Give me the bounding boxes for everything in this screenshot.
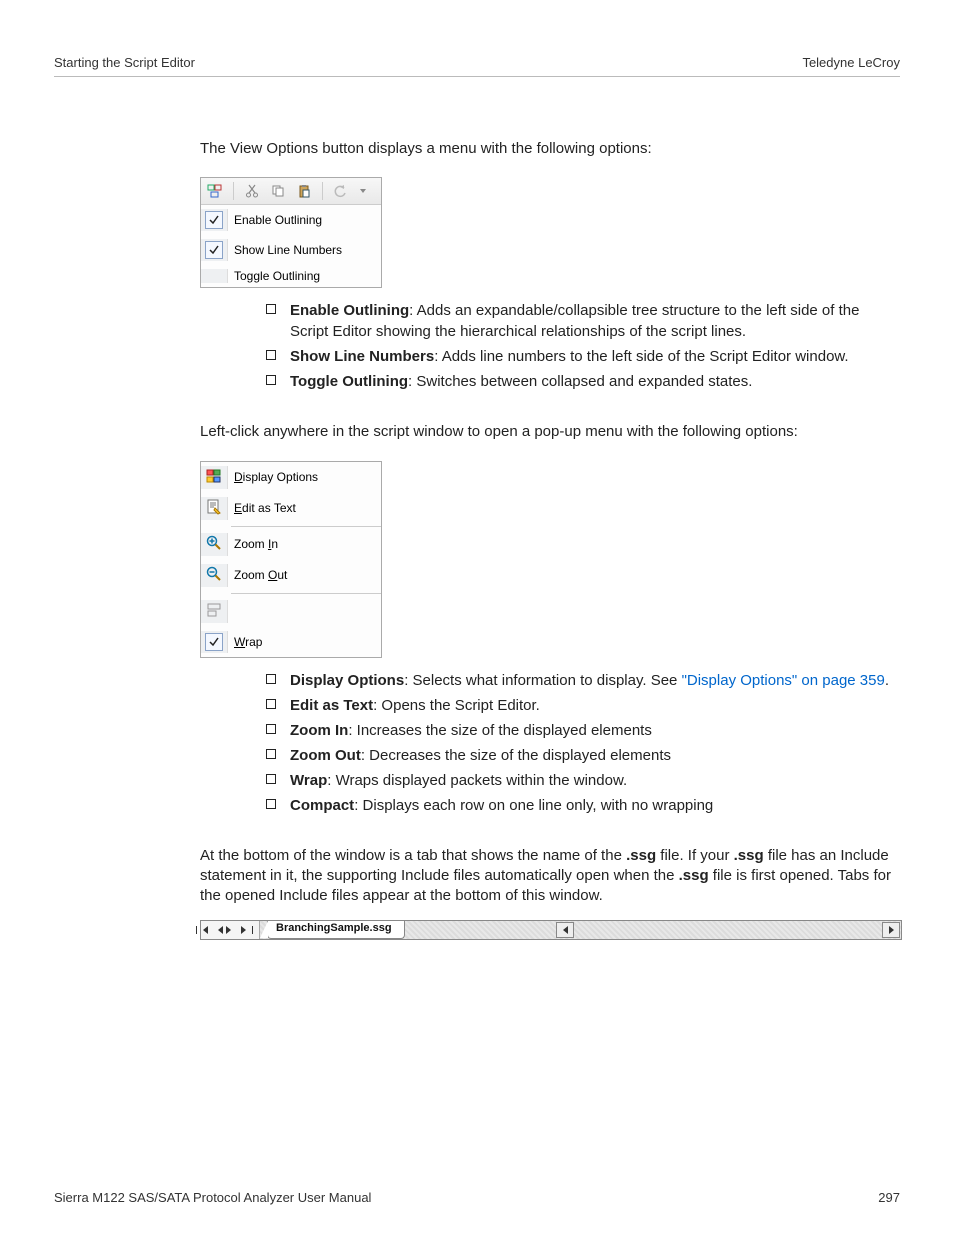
term: Enable Outlining xyxy=(290,302,409,319)
term: Compact xyxy=(290,797,354,814)
desc: : Increases the size of the displayed el… xyxy=(348,722,652,739)
intro-paragraph-2: Left-click anywhere in the script window… xyxy=(200,422,900,442)
separator xyxy=(322,182,323,200)
list-item: Compact: Displays each row on one line o… xyxy=(266,795,900,816)
nav-last-icon[interactable] xyxy=(241,926,246,934)
view-options-icon[interactable] xyxy=(207,183,223,199)
menu-item-toggle-outlining[interactable]: Toggle Outlining xyxy=(201,265,381,287)
zoom-out-icon xyxy=(206,566,222,585)
scroll-left-button[interactable] xyxy=(556,922,574,938)
term: Zoom In xyxy=(290,722,348,739)
tab-label: BranchingSample.ssg xyxy=(276,922,392,934)
tab-nav-buttons xyxy=(201,921,260,939)
toolbar xyxy=(201,178,381,205)
list-item: Enable Outlining: Adds an expandable/col… xyxy=(266,300,900,342)
paste-icon[interactable] xyxy=(296,183,312,199)
nav-prev-icon[interactable] xyxy=(218,926,223,934)
text: At the bottom of the window is a tab tha… xyxy=(200,847,626,864)
list-item: Zoom Out: Decreases the size of the disp… xyxy=(266,745,900,766)
cross-reference-link[interactable]: "Display Options" on page 359 xyxy=(682,672,885,689)
undo-icon[interactable] xyxy=(333,183,349,199)
dropdown-arrow-icon[interactable] xyxy=(359,183,367,199)
menu-item-edit-as-text[interactable]: Edit as Text xyxy=(201,493,381,524)
list-item: Wrap: Wraps displayed packets within the… xyxy=(266,770,900,791)
context-menu-figure: Display Options Edit as Text Zoom In Zoo… xyxy=(200,461,900,658)
menu-divider xyxy=(231,593,381,594)
page-footer: Sierra M122 SAS/SATA Protocol Analyzer U… xyxy=(54,1190,900,1205)
term: Wrap xyxy=(290,772,327,789)
menu-item-wrap[interactable] xyxy=(201,596,381,627)
nav-next-icon[interactable] xyxy=(226,926,231,934)
cut-icon[interactable] xyxy=(244,183,260,199)
nav-first-icon[interactable] xyxy=(203,926,208,934)
bold-text: .ssg xyxy=(626,847,656,864)
menu-item-enable-outlining[interactable]: Enable Outlining xyxy=(201,205,381,235)
zoom-in-icon xyxy=(206,535,222,554)
tab-strip-figure: BranchingSample.ssg xyxy=(200,920,902,940)
display-options-icon xyxy=(206,468,222,487)
term: Show Line Numbers xyxy=(290,348,434,365)
intro-paragraph-1: The View Options button displays a menu … xyxy=(200,139,900,159)
desc: : Adds line numbers to the left side of … xyxy=(434,348,848,365)
menu-item-label: Display Options xyxy=(234,470,373,484)
header-right: Teledyne LeCroy xyxy=(802,55,900,70)
menu-divider xyxy=(231,526,381,527)
desc: : Opens the Script Editor. xyxy=(373,697,540,714)
menu-item-label: Edit as Text xyxy=(234,501,373,515)
menu-item-label: Enable Outlining xyxy=(234,213,322,227)
intro2-text: Left-click anywhere in the script window… xyxy=(200,422,900,442)
list-item: Toggle Outlining: Switches between colla… xyxy=(266,371,900,392)
term: Edit as Text xyxy=(290,697,373,714)
bold-text: .ssg xyxy=(679,867,709,884)
page-number: 297 xyxy=(878,1190,900,1205)
context-menu-description-list: Display Options: Selects what informatio… xyxy=(266,670,900,816)
check-icon xyxy=(205,241,223,259)
menu-item-label: Toggle Outlining xyxy=(234,269,320,283)
list-item: Edit as Text: Opens the Script Editor. xyxy=(266,695,900,716)
menu-item-label: Zoom In xyxy=(234,537,373,551)
menu-item-zoom-in[interactable]: Zoom In xyxy=(201,529,381,560)
edit-text-icon xyxy=(206,499,222,518)
desc: : Selects what information to display. S… xyxy=(404,672,681,689)
menu-item-compact[interactable]: Wrap xyxy=(201,627,381,657)
footer-title: Sierra M122 SAS/SATA Protocol Analyzer U… xyxy=(54,1190,371,1205)
header-left: Starting the Script Editor xyxy=(54,55,195,70)
copy-icon[interactable] xyxy=(270,183,286,199)
page-header: Starting the Script Editor Teledyne LeCr… xyxy=(54,55,900,77)
paragraph-tabs: At the bottom of the window is a tab tha… xyxy=(200,846,900,907)
view-options-description-list: Enable Outlining: Adds an expandable/col… xyxy=(266,300,900,392)
desc: : Displays each row on one line only, wi… xyxy=(354,797,713,814)
view-options-menu-figure: Enable Outlining Show Line Numbers Toggl… xyxy=(200,177,900,288)
list-item: Zoom In: Increases the size of the displ… xyxy=(266,720,900,741)
term: Toggle Outlining xyxy=(290,373,408,390)
list-item: Show Line Numbers: Adds line numbers to … xyxy=(266,346,900,367)
menu-item-zoom-out[interactable]: Zoom Out xyxy=(201,560,381,591)
menu-item-label: Show Line Numbers xyxy=(234,243,342,257)
desc: : Wraps displayed packets within the win… xyxy=(327,772,627,789)
menu-item-display-options[interactable]: Display Options xyxy=(201,462,381,493)
wrap-icon xyxy=(206,602,222,621)
separator xyxy=(233,182,234,200)
desc: : Decreases the size of the displayed el… xyxy=(361,747,671,764)
menu-item-show-line-numbers[interactable]: Show Line Numbers xyxy=(201,235,381,265)
intro1-text: The View Options button displays a menu … xyxy=(200,139,900,159)
text: file. If your xyxy=(656,847,734,864)
term: Zoom Out xyxy=(290,747,361,764)
bold-text: .ssg xyxy=(734,847,764,864)
menu-item-label: Zoom Out xyxy=(234,568,373,582)
check-icon xyxy=(205,633,223,651)
list-item: Display Options: Selects what informatio… xyxy=(266,670,900,691)
term: Display Options xyxy=(290,672,404,689)
file-tab[interactable]: BranchingSample.ssg xyxy=(267,921,405,939)
desc: . xyxy=(885,672,889,689)
scroll-right-button[interactable] xyxy=(882,922,900,938)
check-icon xyxy=(205,211,223,229)
menu-item-label: Wrap xyxy=(234,635,367,649)
desc: : Switches between collapsed and expande… xyxy=(408,373,752,390)
